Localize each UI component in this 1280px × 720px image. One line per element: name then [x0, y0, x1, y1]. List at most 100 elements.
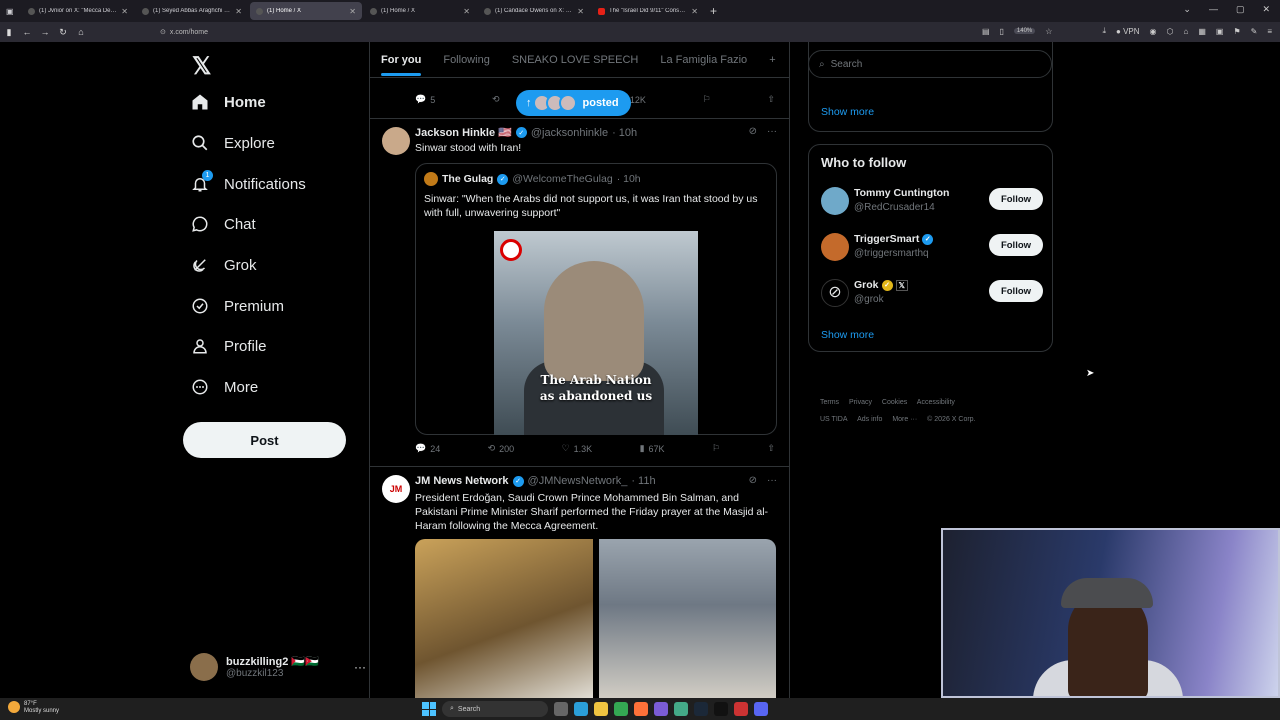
suggestion-name[interactable]: Tommy Cuntington [854, 187, 949, 199]
close-tab-icon[interactable]: ✕ [349, 7, 356, 16]
views-button[interactable]: ▮ 67K [640, 443, 665, 454]
follow-button[interactable]: Follow [989, 188, 1043, 210]
app-icon[interactable] [734, 702, 748, 716]
edge-icon[interactable] [574, 702, 588, 716]
avatar[interactable]: JM [382, 475, 410, 503]
close-tab-icon[interactable]: ✕ [691, 7, 698, 16]
who-to-follow-show-more-link[interactable]: Show more [821, 329, 874, 341]
browser-tab[interactable]: The "Israel Did 9/11" Conspira... ✕ [592, 2, 704, 20]
suggestion-name-row[interactable]: Grok ✓ 𝕏 [854, 279, 908, 291]
follow-suggestion[interactable]: TriggerSmart ✓ @triggersmarthq Follow [821, 231, 1043, 265]
new-posts-pill[interactable]: ↑ posted [516, 90, 631, 116]
nav-home[interactable]: Home [190, 92, 266, 112]
page-icon[interactable]: ▯ [1000, 27, 1004, 36]
follow-button[interactable]: Follow [989, 234, 1043, 256]
extension-icon[interactable]: ▦ [1198, 27, 1206, 36]
nav-premium[interactable]: Premium [190, 296, 284, 316]
footer-link-privacy[interactable]: Privacy [849, 399, 872, 406]
download-icon[interactable]: ⤓ [1102, 26, 1106, 36]
tweet[interactable]: Jackson Hinkle 🇺🇸 ✓ @jacksonhinkle · 10h… [370, 118, 789, 464]
site-info-icon[interactable]: ⊙ [160, 28, 166, 36]
reader-icon[interactable]: ▤ [982, 27, 990, 36]
nav-chat[interactable]: Chat [190, 214, 256, 234]
bookmark-star-icon[interactable]: ☆ [1045, 27, 1052, 36]
close-tab-icon[interactable]: ✕ [463, 7, 470, 16]
nav-more[interactable]: More [190, 377, 258, 397]
weather-widget[interactable]: 87°F Mostly sunny [8, 701, 59, 715]
repost-button[interactable]: ⟲ 200 [488, 443, 515, 454]
footer-link-cookies[interactable]: Cookies [882, 399, 907, 406]
menu-icon[interactable]: ≡ [1267, 27, 1272, 36]
nav-explore[interactable]: Explore [190, 133, 275, 153]
tab-list-icon[interactable]: ▣ [6, 7, 20, 16]
follow-suggestion[interactable]: Tommy Cuntington @RedCrusader14 Follow [821, 185, 1043, 219]
reply-button[interactable]: 💬 5 [415, 94, 435, 105]
maximize-icon[interactable]: ▢ [1236, 4, 1245, 15]
author-name[interactable]: Jackson Hinkle 🇺🇸 [415, 126, 512, 139]
follow-button[interactable]: Follow [989, 280, 1043, 302]
account-icon[interactable]: ◉ [1150, 27, 1157, 36]
extension-icon[interactable]: ⚑ [1233, 27, 1240, 36]
close-window-icon[interactable]: ✕ [1262, 4, 1270, 15]
tweet-time[interactable]: · 11h [631, 475, 655, 487]
nav-profile[interactable]: Profile [190, 336, 267, 356]
extension-icon[interactable]: ⌂ [1183, 27, 1188, 36]
minimize-icon[interactable]: — [1209, 4, 1218, 15]
quoted-tweet[interactable]: The Gulag ✓ @WelcomeTheGulag · 10h Sinwa… [415, 163, 777, 435]
tab-following[interactable]: Following [443, 54, 489, 66]
tweet-image[interactable] [415, 539, 593, 698]
app-icon[interactable] [654, 702, 668, 716]
avatar[interactable] [821, 233, 849, 261]
share-button[interactable]: ⇧ [767, 94, 775, 105]
grok-avatar-icon[interactable]: ⊘ [821, 279, 849, 307]
chrome-icon[interactable] [614, 702, 628, 716]
new-tab-button[interactable]: + [710, 4, 717, 18]
extension-icon[interactable]: ✎ [1251, 27, 1258, 36]
avatar[interactable] [821, 187, 849, 215]
avatar[interactable] [382, 127, 410, 155]
suggestion-name-row[interactable]: TriggerSmart ✓ [854, 233, 934, 245]
search-input[interactable]: ⌕ Search [808, 50, 1052, 78]
bookmark-button[interactable]: ⚐ [703, 94, 711, 105]
tab-sneako-love-speech[interactable]: SNEAKO LOVE SPEECH [512, 54, 639, 66]
back-icon[interactable]: ← [18, 27, 36, 37]
windows-start-icon[interactable] [422, 702, 436, 716]
video-thumbnail[interactable]: The Arab Nation as abandoned us [494, 231, 698, 435]
footer-link-ads-info[interactable]: Ads info [857, 416, 882, 423]
more-dots-icon[interactable]: ··· [767, 475, 777, 486]
extension-icon[interactable]: ▣ [1216, 27, 1224, 36]
grok-icon[interactable]: ⊘ [749, 126, 757, 137]
browser-tab[interactable]: (1) Seyed Abbas Araghchi on X... ✕ [136, 2, 248, 20]
footer-link-us-tida[interactable]: US TIDA [820, 416, 848, 423]
footer-link-terms[interactable]: Terms [820, 399, 839, 406]
firefox-icon[interactable] [634, 702, 648, 716]
trends-show-more-link[interactable]: Show more [821, 106, 874, 118]
browser-tab[interactable]: (1) Home / X ✕ [364, 2, 476, 20]
extension-icon[interactable]: ⬡ [1167, 27, 1174, 36]
browser-tab[interactable]: (1) Candace Owens on X: "You... ✕ [478, 2, 590, 20]
tab-for-you[interactable]: For you [381, 54, 422, 76]
tweet-time[interactable]: · 10h [612, 127, 637, 139]
address-bar[interactable]: ⊙ x.com/home [160, 28, 208, 37]
sidebar-toggle-icon[interactable]: ▮ [0, 27, 18, 38]
post-button[interactable]: Post [183, 422, 346, 458]
like-button[interactable]: ♡ 1.3K [562, 443, 593, 454]
author-name[interactable]: JM News Network [415, 475, 509, 487]
share-button[interactable]: ⇧ [767, 443, 775, 454]
home-page-icon[interactable]: ⌂ [72, 27, 90, 37]
account-switcher[interactable]: buzzkilling2 🇵🇸🇯🇴 @buzzkil123 ··· [190, 650, 366, 684]
close-tab-icon[interactable]: ✕ [577, 7, 584, 16]
footer-link-accessibility[interactable]: Accessibility [917, 399, 955, 406]
reload-icon[interactable]: ↻ [54, 27, 72, 38]
author-handle[interactable]: @jacksonhinkle [531, 127, 608, 139]
bookmark-button[interactable]: ⚐ [712, 443, 720, 454]
app-icon[interactable] [754, 702, 768, 716]
tiktok-icon[interactable] [714, 702, 728, 716]
add-tab-button[interactable]: + [769, 54, 775, 66]
steam-icon[interactable] [694, 702, 708, 716]
follow-suggestion[interactable]: ⊘ Grok ✓ 𝕏 @grok Follow [821, 277, 1043, 311]
vpn-toggle[interactable]: ● VPN [1116, 27, 1140, 36]
nav-grok[interactable]: Grok [190, 255, 257, 275]
x-logo[interactable]: 𝕏 [192, 52, 211, 81]
forward-icon[interactable]: → [36, 27, 54, 37]
